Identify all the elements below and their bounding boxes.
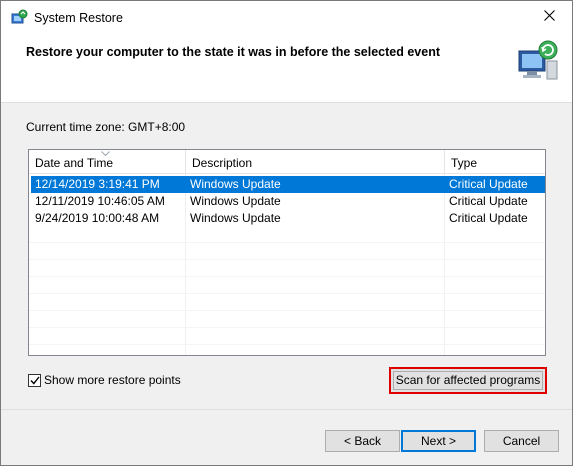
row-gridline <box>29 242 545 243</box>
main-content: Current time zone: GMT+8:00 Date and Tim… <box>1 102 572 409</box>
close-icon <box>543 10 555 24</box>
back-button[interactable]: < Back <box>325 430 400 452</box>
row-gridline <box>29 344 545 345</box>
cell-type: Critical Update <box>449 194 528 208</box>
column-header-date[interactable]: Date and Time <box>29 150 186 174</box>
row-gridline <box>29 276 545 277</box>
table-row[interactable]: 12/11/2019 10:46:05 AM Windows Update Cr… <box>31 193 545 210</box>
wizard-header: Restore your computer to the state it wa… <box>1 33 572 101</box>
cancel-button[interactable]: Cancel <box>484 430 559 452</box>
show-more-checkbox[interactable] <box>28 373 41 387</box>
scan-button-label: Scan for affected programs <box>393 371 543 390</box>
cell-description: Windows Update <box>190 211 281 225</box>
cell-type: Critical Update <box>449 177 528 191</box>
cell-description: Windows Update <box>190 194 281 208</box>
column-header-label: Description <box>192 156 253 170</box>
column-header-label: Type <box>451 156 478 170</box>
column-header-description[interactable]: Description <box>186 150 445 174</box>
sort-arrow-icon <box>101 151 110 156</box>
restore-points-table[interactable]: Date and Time Description Type 12/14/201… <box>28 149 546 356</box>
timezone-label: Current time zone: GMT+8:00 <box>26 120 186 134</box>
cell-description: Windows Update <box>190 177 281 191</box>
system-restore-icon <box>10 9 28 27</box>
column-header-type[interactable]: Type <box>445 150 545 174</box>
title-bar[interactable]: System Restore <box>1 1 572 33</box>
table-header: Date and Time Description Type <box>29 150 545 174</box>
scan-affected-programs-button[interactable]: Scan for affected programs <box>389 367 547 394</box>
table-row[interactable]: 12/14/2019 3:19:41 PM Windows Update Cri… <box>31 176 545 193</box>
window-title: System Restore <box>34 11 123 25</box>
row-gridline <box>29 310 545 311</box>
show-more-restore-points[interactable]: Show more restore points <box>28 373 181 387</box>
column-header-label: Date and Time <box>35 156 114 170</box>
cell-date: 9/24/2019 10:00:48 AM <box>35 211 160 225</box>
row-gridline <box>29 293 545 294</box>
row-gridline <box>29 327 545 328</box>
next-button[interactable]: Next > <box>401 430 476 452</box>
cell-type: Critical Update <box>449 211 528 225</box>
page-title: Restore your computer to the state it wa… <box>26 45 440 59</box>
checkmark-icon <box>29 376 40 385</box>
row-gridline <box>29 259 545 260</box>
table-row[interactable]: 9/24/2019 10:00:48 AM Windows Update Cri… <box>31 210 545 227</box>
cell-date: 12/14/2019 3:19:41 PM <box>35 177 160 191</box>
cell-date: 12/11/2019 10:46:05 AM <box>35 194 165 208</box>
system-restore-window: System Restore Restore your computer to … <box>0 0 573 466</box>
wizard-footer: < Back Next > Cancel <box>1 409 572 465</box>
close-button[interactable] <box>526 1 572 33</box>
restore-computer-icon <box>513 37 563 87</box>
show-more-label: Show more restore points <box>44 373 181 387</box>
